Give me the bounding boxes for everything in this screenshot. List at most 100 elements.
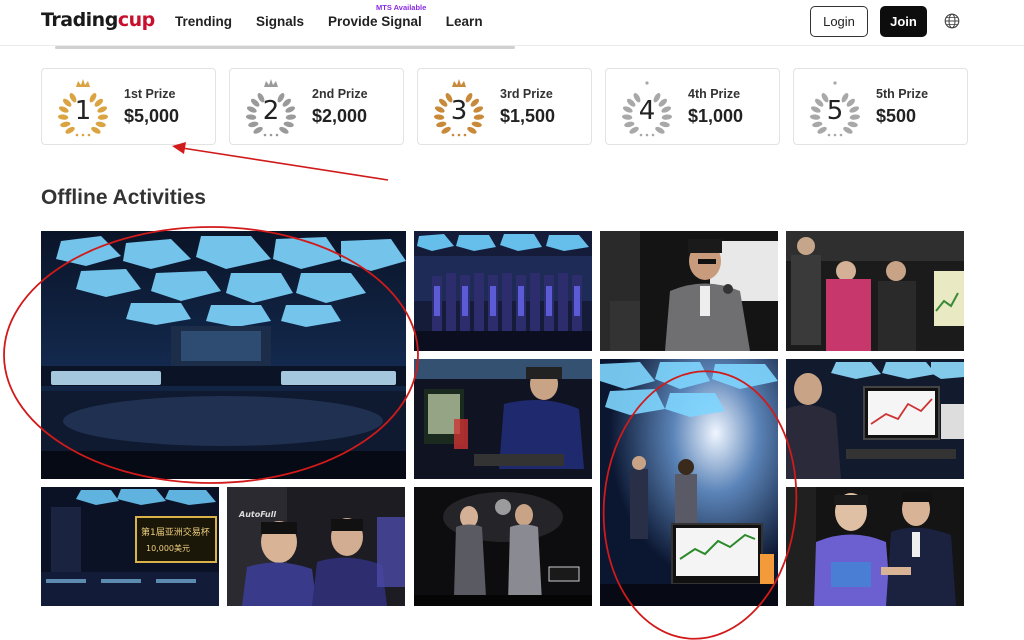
laurel-leaf bbox=[621, 114, 633, 120]
prize-card-4: 4 4th Prize $1,000 bbox=[605, 68, 780, 145]
crown-icon bbox=[264, 79, 278, 87]
mts-available-badge: MTS Available bbox=[376, 3, 427, 12]
crown-icon bbox=[452, 79, 466, 87]
laurel-leaf bbox=[248, 121, 259, 128]
laurel-leaf bbox=[97, 106, 108, 113]
trading-hall-photo[interactable]: 第1届亚洲交易杯 10,000美元 bbox=[41, 487, 219, 606]
join-button[interactable]: Join bbox=[880, 6, 927, 37]
annotation-arrow-line bbox=[181, 147, 389, 181]
laurel-dot bbox=[833, 133, 837, 137]
laurel-dot bbox=[87, 133, 91, 137]
laurel-leaf bbox=[624, 121, 635, 128]
top-navbar: Tradingcup MTS Available Trending Signal… bbox=[0, 0, 1024, 46]
main-nav: Trending Signals Provide Signal Learn bbox=[175, 14, 483, 29]
laurel-leaf bbox=[812, 121, 823, 128]
laurel-dot bbox=[451, 133, 455, 137]
team-lineup-photo[interactable] bbox=[414, 231, 592, 351]
laurel-leaf bbox=[467, 126, 477, 134]
laurel-leaf bbox=[809, 114, 821, 120]
arena-stage-photo[interactable] bbox=[41, 231, 406, 479]
laurel-leaf bbox=[65, 126, 75, 134]
login-button[interactable]: Login bbox=[810, 6, 868, 37]
monitor-brand-text: AutoFull bbox=[238, 510, 276, 519]
laurel-leaf bbox=[279, 126, 289, 134]
nav-trending[interactable]: Trending bbox=[175, 14, 232, 29]
laurel-leaf bbox=[253, 126, 263, 134]
prize-number: 1 bbox=[75, 96, 92, 126]
laurel-leaf bbox=[245, 114, 257, 120]
prize-rank: 1st Prize bbox=[124, 87, 176, 101]
laurel-leaf bbox=[91, 126, 101, 134]
laurel-leaf bbox=[58, 106, 69, 113]
laurel-leaf bbox=[60, 121, 71, 128]
prize-card-5: 5 5th Prize $500 bbox=[793, 68, 968, 145]
laurel-leaf bbox=[473, 106, 484, 113]
hosts-photo[interactable] bbox=[414, 487, 592, 606]
laurel-leaf bbox=[629, 126, 639, 134]
laurel-leaf bbox=[817, 126, 827, 134]
sign-prize-text: 10,000美元 bbox=[146, 543, 190, 553]
laurel-dot bbox=[827, 133, 831, 137]
laurel-leaf bbox=[97, 114, 109, 120]
laurel-dot bbox=[81, 133, 85, 137]
laurel-leaf bbox=[843, 126, 853, 134]
tradingcup-logo[interactable]: Tradingcup bbox=[41, 9, 155, 31]
laurel-leaf bbox=[659, 121, 670, 128]
laurel-leaf bbox=[810, 106, 821, 113]
silver-laurel-icon: 2 bbox=[245, 79, 297, 137]
nav-provide-signal[interactable]: Provide Signal bbox=[328, 14, 422, 29]
sign-title-text: 第1届亚洲交易杯 bbox=[141, 526, 210, 538]
laurel-leaf bbox=[849, 114, 861, 120]
laurel-leaf bbox=[95, 121, 106, 128]
prize-rank: 2nd Prize bbox=[312, 87, 368, 101]
offline-activities-title: Offline Activities bbox=[41, 186, 206, 209]
laurel-leaf bbox=[433, 114, 445, 120]
prize-amount: $1,500 bbox=[500, 106, 556, 126]
laurel-dot bbox=[839, 133, 843, 137]
prize-list: 1 1st Prize $5,000 2 2nd Prize $2,000 3 … bbox=[41, 68, 968, 145]
laurel-leaf bbox=[285, 114, 297, 120]
crown-icon bbox=[76, 79, 90, 87]
laurel-leaf bbox=[847, 121, 858, 128]
gamers-photo[interactable]: AutoFull bbox=[227, 487, 405, 606]
laurel-dot bbox=[457, 133, 461, 137]
prize-card-3: 3 3rd Prize $1,500 bbox=[417, 68, 592, 145]
prize-number: 3 bbox=[451, 96, 468, 126]
prize-card-1: 1 1st Prize $5,000 bbox=[41, 68, 216, 145]
laurel-leaf bbox=[441, 126, 451, 134]
chart-monitor-photo[interactable] bbox=[786, 359, 964, 479]
laurel-dot bbox=[463, 133, 467, 137]
laurel-leaf bbox=[57, 114, 69, 120]
speaker-photo[interactable] bbox=[600, 231, 778, 351]
nav-signals[interactable]: Signals bbox=[256, 14, 304, 29]
laurel-leaf bbox=[285, 106, 296, 113]
prize-rank: 4th Prize bbox=[688, 87, 741, 101]
bronze-laurel-icon: 3 bbox=[433, 79, 485, 137]
prize-number: 5 bbox=[827, 96, 844, 126]
audience-photo[interactable] bbox=[786, 231, 964, 351]
prize-number: 2 bbox=[263, 96, 280, 126]
stage-presentation-photo[interactable] bbox=[600, 359, 778, 606]
laurel-leaf bbox=[622, 106, 633, 113]
laurel-leaf bbox=[655, 126, 665, 134]
laurel-leaf bbox=[246, 106, 257, 113]
laurel-dot bbox=[639, 133, 643, 137]
trader-screens-photo[interactable] bbox=[414, 359, 592, 479]
star-dot-icon bbox=[833, 81, 837, 85]
nav-learn[interactable]: Learn bbox=[446, 14, 483, 29]
prize-amount: $500 bbox=[876, 106, 917, 126]
laurel-leaf bbox=[434, 106, 445, 113]
award-handshake-photo[interactable] bbox=[786, 487, 964, 606]
globe-icon[interactable] bbox=[944, 13, 960, 29]
laurel-leaf bbox=[283, 121, 294, 128]
plain-laurel-icon: 5 bbox=[809, 81, 861, 137]
laurel-dot bbox=[75, 133, 79, 137]
prize-rank: 3rd Prize bbox=[500, 87, 553, 101]
prize-rank: 5th Prize bbox=[876, 87, 929, 101]
prize-card-2: 2 2nd Prize $2,000 bbox=[229, 68, 404, 145]
laurel-dot bbox=[275, 133, 279, 137]
laurel-dot bbox=[645, 133, 649, 137]
laurel-leaf bbox=[661, 114, 673, 120]
gold-laurel-icon: 1 bbox=[57, 79, 109, 137]
laurel-leaf bbox=[473, 114, 485, 120]
